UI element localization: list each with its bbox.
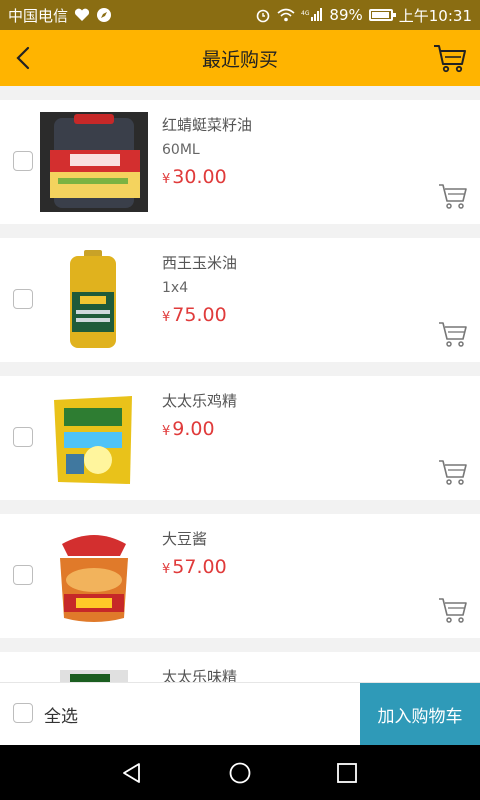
- product-list[interactable]: 红蜻蜓菜籽油 60ML ¥30.00 西王玉米油 1x4 ¥75.00 太太乐鸡…: [0, 86, 480, 682]
- alarm-icon: [255, 7, 271, 23]
- price-value: 9.00: [172, 418, 215, 440]
- product-spec: 1x4: [162, 280, 189, 296]
- clock: 上午10:31: [398, 6, 472, 25]
- select-all-checkbox[interactable]: [13, 703, 33, 723]
- add-to-cart-icon[interactable]: [438, 182, 468, 210]
- currency-symbol: ¥: [162, 310, 171, 325]
- page-title: 最近购买: [201, 48, 278, 71]
- select-all-label[interactable]: 全选: [44, 702, 78, 727]
- product-checkbox[interactable]: [13, 565, 33, 585]
- cart-icon[interactable]: [432, 42, 468, 74]
- navigation-bar: [0, 745, 480, 800]
- product-item[interactable]: 太太乐鸡精 ¥9.00: [0, 376, 480, 500]
- price-value: 30.00: [172, 166, 227, 188]
- currency-symbol: ¥: [162, 424, 171, 439]
- product-item[interactable]: 红蜻蜓菜籽油 60ML ¥30.00: [0, 100, 480, 224]
- carrier-name: 中国电信: [8, 6, 69, 25]
- oil-bottle-image: [40, 112, 148, 212]
- product-price: ¥57.00: [162, 556, 227, 578]
- product-checkbox[interactable]: [13, 427, 33, 447]
- back-triangle-icon[interactable]: [120, 761, 144, 785]
- currency-symbol: ¥: [162, 172, 171, 187]
- product-item[interactable]: 太太乐味精: [0, 652, 480, 682]
- add-to-cart-icon[interactable]: [438, 458, 468, 486]
- soybean-paste-jar-image: [40, 526, 148, 626]
- product-item[interactable]: 大豆酱 ¥57.00: [0, 514, 480, 638]
- product-item[interactable]: 西王玉米油 1x4 ¥75.00: [0, 238, 480, 362]
- add-to-cart-button[interactable]: 加入购物车: [360, 683, 480, 745]
- currency-symbol: ¥: [162, 562, 171, 577]
- chicken-essence-bag-image: [40, 388, 148, 488]
- product-spec: 60ML: [162, 142, 200, 158]
- product-name: 太太乐味精: [162, 668, 238, 682]
- price-value: 75.00: [172, 304, 227, 326]
- signal-icon: 4G: [301, 8, 323, 22]
- product-name: 太太乐鸡精: [162, 392, 238, 410]
- app-header: 最近购买: [0, 30, 480, 86]
- compass-icon: [96, 7, 112, 23]
- status-bar: 中国电信 4G 89% 上午10:31: [0, 0, 480, 30]
- product-price: ¥30.00: [162, 166, 227, 188]
- add-to-cart-icon[interactable]: [438, 596, 468, 624]
- battery-percent: 89%: [329, 6, 363, 24]
- product-name: 大豆酱: [162, 530, 208, 548]
- bottom-action-bar: 全选 加入购物车: [0, 682, 480, 745]
- price-value: 57.00: [172, 556, 227, 578]
- home-circle-icon[interactable]: [228, 761, 252, 785]
- health-icon: [74, 8, 90, 22]
- product-checkbox[interactable]: [13, 289, 33, 309]
- product-name: 西王玉米油: [162, 254, 238, 272]
- recents-square-icon[interactable]: [335, 761, 359, 785]
- product-checkbox[interactable]: [13, 151, 33, 171]
- product-price: ¥9.00: [162, 418, 215, 440]
- wifi-icon: [277, 8, 295, 22]
- network-type: 4G: [301, 10, 310, 17]
- msg-package-image: [40, 664, 148, 682]
- corn-oil-image: [40, 250, 148, 350]
- product-price: ¥75.00: [162, 304, 227, 326]
- battery-icon: [368, 9, 396, 21]
- product-name: 红蜻蜓菜籽油: [162, 116, 253, 134]
- chevron-left-icon[interactable]: [10, 44, 38, 72]
- add-to-cart-icon[interactable]: [438, 320, 468, 348]
